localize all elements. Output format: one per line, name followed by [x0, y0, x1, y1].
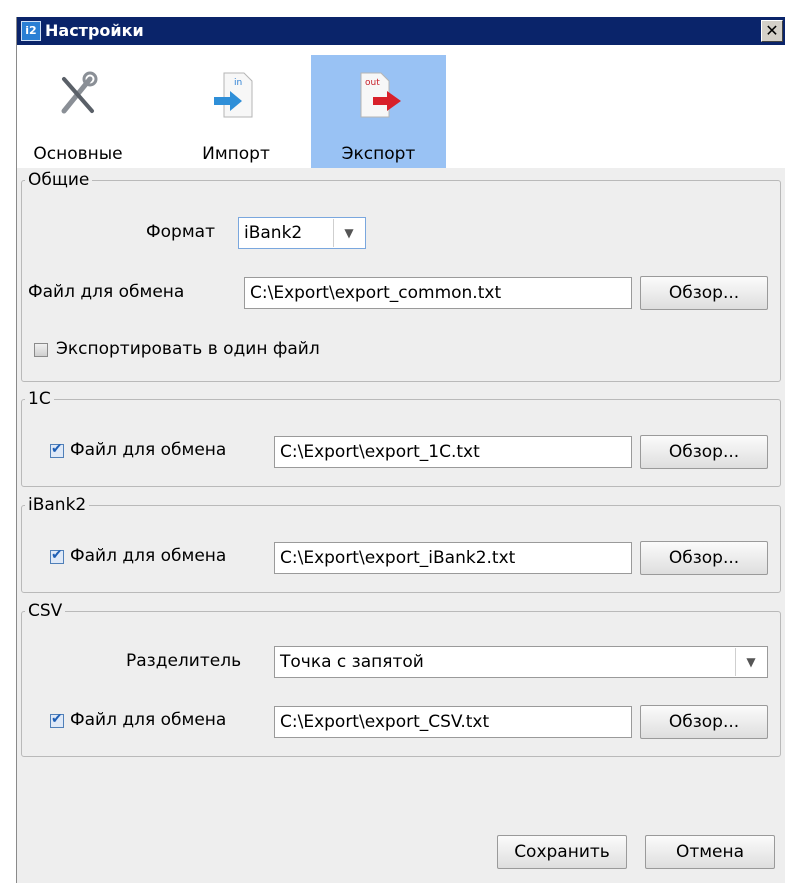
window-title: Настройки: [45, 21, 144, 40]
settings-toolbar: Основные in Импорт out Экспорт: [17, 45, 785, 168]
ibank2-file-checkbox[interactable]: [50, 547, 64, 564]
close-button[interactable]: ✕: [761, 20, 783, 42]
group-common: Общие Формат iBank2 ▼ Файл для обмена C:…: [21, 170, 781, 382]
common-file-input[interactable]: C:\Export\export_common.txt: [244, 277, 632, 309]
chevron-down-icon[interactable]: ▼: [333, 219, 364, 247]
csv-file-label: Файл для обмена: [70, 710, 227, 730]
settings-dialog: i2 Настройки ✕ Основные in Импорт out Эк…: [16, 17, 785, 883]
onec-file-input[interactable]: C:\Export\export_1C.txt: [274, 436, 632, 468]
group-csv: CSV Разделитель Точка с запятой ▼ Файл д…: [21, 601, 781, 757]
tab-export[interactable]: out Экспорт: [311, 55, 446, 168]
svg-text:out: out: [365, 78, 380, 88]
group-ibank2: iBank2 Файл для обмена C:\Export\export_…: [21, 495, 781, 593]
ibank2-browse-button[interactable]: Обзор...: [640, 541, 768, 575]
separator-select[interactable]: Точка с запятой ▼: [274, 646, 768, 678]
tab-export-label: Экспорт: [341, 144, 416, 164]
group-1c-legend: 1C: [25, 389, 54, 409]
group-csv-legend: CSV: [25, 601, 66, 621]
chevron-down-icon[interactable]: ▼: [735, 648, 766, 676]
title-bar[interactable]: i2 Настройки ✕: [17, 17, 785, 45]
tab-import[interactable]: in Импорт: [177, 55, 295, 168]
save-button[interactable]: Сохранить: [497, 835, 627, 869]
common-browse-button[interactable]: Обзор...: [640, 276, 768, 310]
app-logo-icon: i2: [21, 21, 41, 41]
single-file-checkbox[interactable]: [34, 343, 48, 357]
group-common-legend: Общие: [25, 170, 93, 190]
tab-general-label: Основные: [33, 144, 123, 164]
ibank2-file-label: Файл для обмена: [70, 546, 227, 566]
format-label: Формат: [146, 222, 215, 242]
csv-file-checkbox[interactable]: [50, 711, 64, 728]
tab-general[interactable]: Основные: [19, 55, 137, 168]
format-select[interactable]: iBank2 ▼: [238, 217, 366, 249]
ibank2-file-input[interactable]: C:\Export\export_iBank2.txt: [274, 542, 632, 574]
onec-file-checkbox[interactable]: [50, 441, 64, 458]
csv-file-input[interactable]: C:\Export\export_CSV.txt: [274, 706, 632, 738]
group-ibank2-legend: iBank2: [25, 495, 90, 515]
single-file-label: Экспортировать в один файл: [56, 339, 320, 359]
group-1c: 1C Файл для обмена C:\Export\export_1C.t…: [21, 389, 781, 487]
tab-import-label: Импорт: [202, 144, 270, 164]
separator-select-value: Точка с запятой: [280, 652, 424, 672]
csv-browse-button[interactable]: Обзор...: [640, 705, 768, 739]
onec-browse-button[interactable]: Обзор...: [640, 435, 768, 469]
svg-text:in: in: [234, 78, 242, 88]
cancel-button[interactable]: Отмена: [645, 835, 775, 869]
common-file-label: Файл для обмена: [28, 282, 185, 302]
tools-icon: [61, 71, 98, 114]
import-icon: in: [214, 72, 253, 118]
export-icon: out: [360, 72, 401, 118]
separator-label: Разделитель: [126, 651, 242, 671]
onec-file-label: Файл для обмена: [70, 440, 227, 460]
format-select-value: iBank2: [244, 223, 303, 243]
